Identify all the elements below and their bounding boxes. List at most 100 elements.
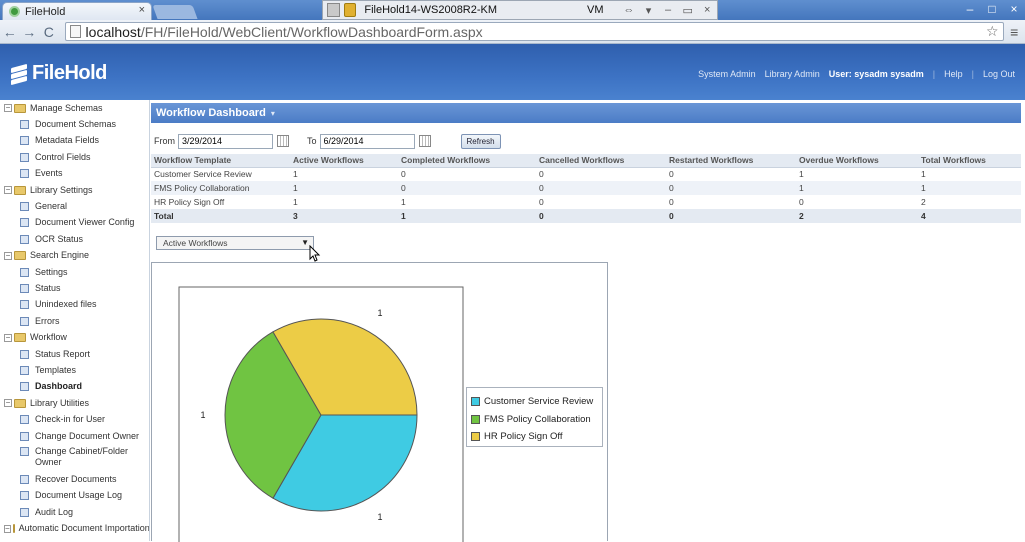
maximize-icon[interactable]: □ xyxy=(981,0,1003,20)
sidebar-item-dashboard[interactable]: Dashboard xyxy=(0,379,149,395)
sidebar-item-label: Unindexed files xyxy=(35,299,97,310)
table-row[interactable]: Customer Service Review 1 0 0 0 1 1 xyxy=(151,167,1021,181)
bookmark-star-icon[interactable]: ☆ xyxy=(986,23,999,40)
sidebar-item-unindexed-files[interactable]: Unindexed files xyxy=(0,297,149,313)
column-header[interactable]: Total Workflows xyxy=(918,154,1021,168)
from-calendar-icon[interactable] xyxy=(277,135,289,147)
browser-tab[interactable]: FileHold × xyxy=(2,2,152,20)
table-cell: 0 xyxy=(398,181,536,195)
pin-icon[interactable] xyxy=(327,3,340,17)
sidebar-item-check-in-for-user[interactable]: Check-in for User xyxy=(0,411,149,427)
collapse-icon[interactable]: − xyxy=(4,333,12,342)
legend-item: FMS Policy Collaboration xyxy=(471,411,598,429)
refresh-button[interactable]: Refresh xyxy=(460,133,501,149)
address-bar: ← → C localhost /FH/FileHold/WebClient/W… xyxy=(0,20,1025,44)
sidebar-item-document-schemas[interactable]: Document Schemas xyxy=(0,116,149,132)
collapse-icon[interactable]: − xyxy=(4,104,12,113)
sidebar-item-events[interactable]: Events xyxy=(0,166,149,182)
back-icon[interactable]: ← xyxy=(0,24,20,40)
vm-menu-icon[interactable]: ▾ xyxy=(639,4,659,17)
close-icon[interactable]: × xyxy=(1003,0,1025,20)
collapse-icon[interactable]: − xyxy=(4,524,11,533)
sidebar-item-control-fields[interactable]: Control Fields xyxy=(0,149,149,165)
library-admin-link[interactable]: Library Admin xyxy=(765,69,820,79)
lock-icon xyxy=(343,3,357,17)
collapse-icon[interactable]: − xyxy=(4,399,12,408)
table-row[interactable]: FMS Policy Collaboration 1 0 0 0 1 1 xyxy=(151,181,1021,195)
folder-icon xyxy=(14,251,26,261)
sidebar-item-audit-log[interactable]: Audit Log xyxy=(0,504,149,520)
vm-maximize-icon[interactable]: ▭ xyxy=(678,4,698,17)
admin-page-icon xyxy=(20,234,29,244)
sidebar-item-label: Document Viewer Config xyxy=(35,217,135,228)
vm-minimize-icon[interactable]: – xyxy=(658,4,678,16)
sidebar-item-label: General xyxy=(35,201,68,212)
sidebar-group-automatic-document-importation[interactable]: − Automatic Document Importation xyxy=(0,520,149,536)
vm-restore-icon[interactable]: ⇔ xyxy=(619,4,639,16)
sidebar-group-manage-schemas[interactable]: − Manage Schemas xyxy=(0,100,149,116)
sidebar-item-status-report[interactable]: Status Report xyxy=(0,346,149,362)
sidebar-item-templates[interactable]: Templates xyxy=(0,362,149,378)
column-header[interactable]: Restarted Workflows xyxy=(666,154,796,168)
title-menu-icon[interactable]: ▾ xyxy=(271,109,275,118)
column-header[interactable]: Cancelled Workflows xyxy=(536,154,666,168)
sidebar-group-search-engine[interactable]: − Search Engine xyxy=(0,248,149,264)
table-row[interactable]: HR Policy Sign Off 1 1 0 0 0 2 xyxy=(151,195,1021,209)
sidebar-item-change-cabinet-folder-owner[interactable]: Change Cabinet/Folder Owner xyxy=(0,444,149,471)
url-input[interactable]: localhost /FH/FileHold/WebClient/Workflo… xyxy=(64,22,1004,41)
current-user: User: sysadm sysadm xyxy=(828,69,924,79)
sidebar-item-label: Control Fields xyxy=(35,151,91,162)
sidebar-item-ocr-status[interactable]: OCR Status xyxy=(0,231,149,247)
reload-icon[interactable]: C xyxy=(39,24,59,40)
sidebar-item-errors[interactable]: Errors xyxy=(0,313,149,329)
browser-titlebar: FileHold × FileHold14-WS2008R2-KM VM ⇔ ▾… xyxy=(0,0,1025,20)
admin-page-icon xyxy=(20,136,29,146)
column-header[interactable]: Overdue Workflows xyxy=(796,154,918,168)
legend-swatch xyxy=(471,432,480,442)
help-link[interactable]: Help xyxy=(944,69,963,79)
page-icon xyxy=(69,25,81,38)
tab-close-icon[interactable]: × xyxy=(139,4,145,16)
collapse-icon[interactable]: − xyxy=(4,186,12,195)
new-tab-button[interactable] xyxy=(152,5,198,19)
sidebar-item-status[interactable]: Status xyxy=(0,280,149,296)
sidebar-item-metadata-fields[interactable]: Metadata Fields xyxy=(0,133,149,149)
sidebar-group-workflow[interactable]: − Workflow xyxy=(0,329,149,345)
sidebar-item-recover-documents[interactable]: Recover Documents xyxy=(0,471,149,487)
system-admin-link[interactable]: System Admin xyxy=(698,69,756,79)
workflow-table: Workflow Template Active Workflows Complet… xyxy=(151,154,1021,223)
browser-menu-icon[interactable]: ≡ xyxy=(1004,24,1025,40)
column-header[interactable]: Active Workflows xyxy=(290,154,398,168)
vm-close-icon[interactable]: × xyxy=(697,4,717,16)
admin-page-icon xyxy=(20,267,29,277)
folder-icon xyxy=(14,103,26,113)
sidebar-item-general[interactable]: General xyxy=(0,198,149,214)
column-header[interactable]: Workflow Template xyxy=(151,154,290,168)
collapse-icon[interactable]: − xyxy=(4,251,12,260)
folder-icon xyxy=(14,185,26,195)
sidebar-item-label: Automatic Document Importation xyxy=(18,523,150,534)
sidebar-group-library-utilities[interactable]: − Library Utilities xyxy=(0,395,149,411)
total-cell: 3 xyxy=(290,209,398,223)
to-date-input[interactable] xyxy=(319,133,415,149)
from-date-input[interactable] xyxy=(178,133,273,149)
pie-data-label: 1 xyxy=(200,410,205,420)
logout-link[interactable]: Log Out xyxy=(983,69,1015,79)
chart-type-select[interactable]: Active Workflows ▼ xyxy=(156,236,314,250)
sidebar-item-change-document-owner[interactable]: Change Document Owner xyxy=(0,428,149,444)
sidebar-group-library-settings[interactable]: − Library Settings xyxy=(0,182,149,198)
filehold-logo[interactable]: FileHold xyxy=(10,62,107,85)
to-calendar-icon[interactable] xyxy=(418,135,431,147)
sidebar-item-label: Document Schemas xyxy=(35,119,117,130)
total-cell: 0 xyxy=(666,209,796,223)
sidebar-item-label: Audit Log xyxy=(35,506,74,517)
sidebar-item-document-viewer-config[interactable]: Document Viewer Config xyxy=(0,215,149,231)
column-header[interactable]: Completed Workflows xyxy=(398,154,536,168)
total-cell: Total xyxy=(151,209,290,223)
sidebar-item-document-usage-log[interactable]: Document Usage Log xyxy=(0,488,149,504)
minimize-icon[interactable]: – xyxy=(959,0,981,20)
separator: | xyxy=(932,69,936,79)
forward-icon[interactable]: → xyxy=(20,24,40,40)
legend-swatch xyxy=(471,414,480,424)
sidebar-item-settings[interactable]: Settings xyxy=(0,264,149,280)
